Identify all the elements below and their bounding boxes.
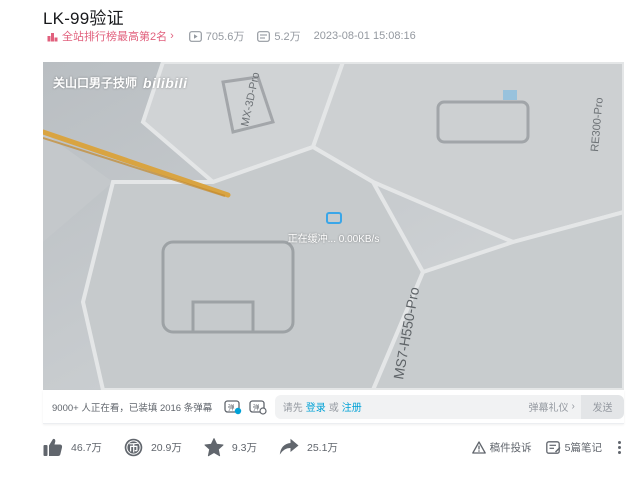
viewer-info: 9000+ 人正在看，已装填 2016 条弹幕	[52, 402, 213, 414]
view-count: 705.6万	[188, 28, 245, 44]
notes-button[interactable]: 5篇笔记	[545, 440, 602, 455]
note-icon	[545, 440, 561, 454]
chevron-right-icon: ›	[170, 30, 174, 42]
svg-text:弹: 弹	[253, 402, 260, 411]
danmaku-count-value: 5.2万	[274, 31, 301, 43]
danmaku-settings-button[interactable]: 弹	[246, 395, 269, 419]
danmaku-etiquette-link[interactable]: 弹幕礼仪 ›	[529, 399, 575, 414]
send-button[interactable]: 发送	[580, 394, 625, 419]
buffer-indicator: 正在缓冲... 0.00KB/s	[43, 212, 624, 245]
video-player[interactable]: MX-3D-Pro RE300-Pro MS7-H550-Pro 关山口男子技师…	[43, 62, 624, 390]
share-button[interactable]: 25.1万	[279, 438, 338, 456]
danmaku-input-prefix: 请先	[282, 403, 303, 414]
watermark-user: 关山口男子技师	[53, 76, 138, 90]
danmaku-toggle-icon: 弹	[224, 399, 242, 414]
register-link[interactable]: 注册	[342, 399, 362, 414]
share-arrow-icon	[279, 438, 299, 455]
svg-text:币: 币	[129, 442, 139, 454]
danmaku-etiquette-label: 弹幕礼仪	[528, 403, 569, 414]
coin-button[interactable]: 币 20.9万	[124, 438, 182, 457]
bilibili-logo: bilibili	[143, 74, 188, 91]
danmaku-toggle-button[interactable]: 弹	[222, 395, 245, 419]
watermark: 关山口男子技师 bilibili	[53, 74, 187, 91]
danmaku-bar: 9000+ 人正在看，已装填 2016 条弹幕 弹 弹 请先 登录 或 注册 弹…	[43, 390, 625, 424]
buffer-text: 正在缓冲... 0.00KB/s	[287, 234, 380, 245]
more-options-icon[interactable]	[614, 440, 624, 454]
danmaku-input[interactable]: 请先 登录 或 注册 弹幕礼仪 ›	[274, 394, 581, 419]
danmaku-count-icon	[257, 30, 271, 42]
svg-text:弹: 弹	[228, 402, 235, 411]
warning-icon	[471, 440, 486, 454]
login-link[interactable]: 登录	[306, 399, 326, 414]
like-button[interactable]: 46.7万	[43, 438, 102, 457]
publish-time: 2023-08-01 15:08:16	[313, 30, 416, 42]
favorite-count: 9.3万	[231, 441, 257, 454]
like-count: 46.7万	[71, 441, 102, 454]
thumbs-up-icon	[43, 438, 63, 456]
chevron-right-icon: ›	[571, 401, 575, 412]
report-button[interactable]: 稿件投诉	[471, 440, 532, 455]
star-icon	[204, 437, 224, 456]
notes-label: 5篇笔记	[564, 441, 602, 454]
coin-count: 20.9万	[150, 441, 182, 454]
play-count-icon	[188, 30, 202, 42]
report-label: 稿件投诉	[489, 441, 532, 454]
video-title: LK-99验证	[43, 9, 124, 28]
danmaku-input-or: 或	[328, 403, 339, 414]
rank-label: 全站排行榜最高第2名	[62, 31, 168, 43]
rank-icon	[47, 32, 58, 41]
video-toolbar: 46.7万 币 20.9万 9.3万 25.1万 稿件投诉 5篇笔记	[43, 432, 624, 462]
video-meta: 全站排行榜最高第2名 › 705.6万 5.2万 2023-08-01 15:0…	[47, 28, 429, 44]
toolbar-right: 稿件投诉 5篇笔记	[458, 440, 624, 455]
coin-icon: 币	[124, 438, 143, 456]
favorite-button[interactable]: 9.3万	[204, 437, 257, 457]
danmaku-settings-icon: 弹	[248, 399, 267, 415]
loading-icon	[325, 212, 342, 224]
share-count: 25.1万	[306, 441, 338, 454]
view-count-value: 705.6万	[205, 31, 245, 43]
danmaku-count: 5.2万	[257, 28, 301, 44]
rank-badge[interactable]: 全站排行榜最高第2名 ›	[47, 28, 174, 44]
